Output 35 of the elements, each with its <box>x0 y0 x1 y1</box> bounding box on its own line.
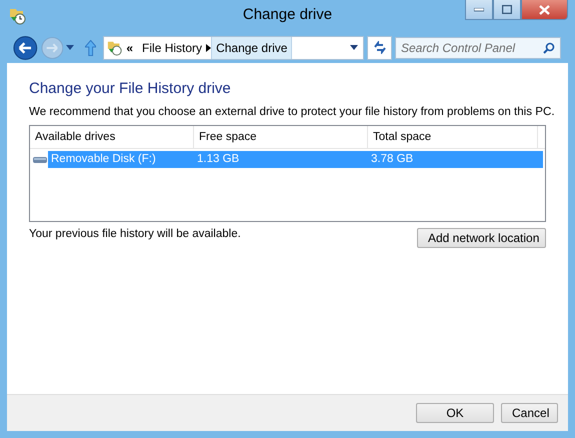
overflow-chevron[interactable]: « <box>126 40 134 54</box>
refresh-icon <box>372 41 387 54</box>
minimize-button[interactable] <box>465 0 493 20</box>
column-header[interactable]: Free space <box>194 126 368 148</box>
cancel-button[interactable]: Cancel <box>501 403 558 423</box>
table-cell-text: Removable Disk (F:) <box>50 152 157 167</box>
file-history-icon <box>9 7 27 25</box>
breadcrumb-item[interactable]: File History <box>138 36 206 58</box>
maximize-button[interactable] <box>493 0 521 20</box>
search-field[interactable]: Search Control Panel <box>396 40 543 56</box>
ok-button[interactable]: OK <box>416 403 494 423</box>
maximize-icon <box>502 5 512 14</box>
table-cell-text: 3.78 GB <box>370 152 414 167</box>
search-box[interactable]: Search Control Panel <box>395 36 561 58</box>
file-history-icon <box>107 40 124 56</box>
close-button[interactable] <box>521 0 568 20</box>
window-title: Change drive <box>242 6 334 23</box>
close-icon <box>539 4 550 14</box>
minimize-icon <box>474 8 484 12</box>
chevron-right-icon[interactable] <box>206 44 212 52</box>
column-header[interactable]: Available drives <box>30 126 194 148</box>
address-bar[interactable]: « File History Change drive <box>103 36 364 60</box>
description-text: We recommend that you choose an external drive to protect your file history from problems on this PC. <box>29 105 555 118</box>
refresh-button[interactable] <box>367 36 392 60</box>
note-text: Your previous file history will be available. <box>29 228 241 240</box>
breadcrumb-item[interactable]: Change drive <box>211 36 292 58</box>
dropdown-icon[interactable] <box>350 45 358 50</box>
page-heading: Change your File History drive <box>29 80 231 97</box>
back-icon[interactable] <box>13 34 38 60</box>
dropdown-icon[interactable] <box>66 45 74 50</box>
table-cell-text: 1.13 GB <box>196 152 240 167</box>
search-icon <box>543 42 555 54</box>
drive-icon <box>33 156 47 164</box>
add-network-location-button[interactable]: Add network location <box>417 228 546 248</box>
column-header[interactable]: Total space <box>368 126 538 148</box>
